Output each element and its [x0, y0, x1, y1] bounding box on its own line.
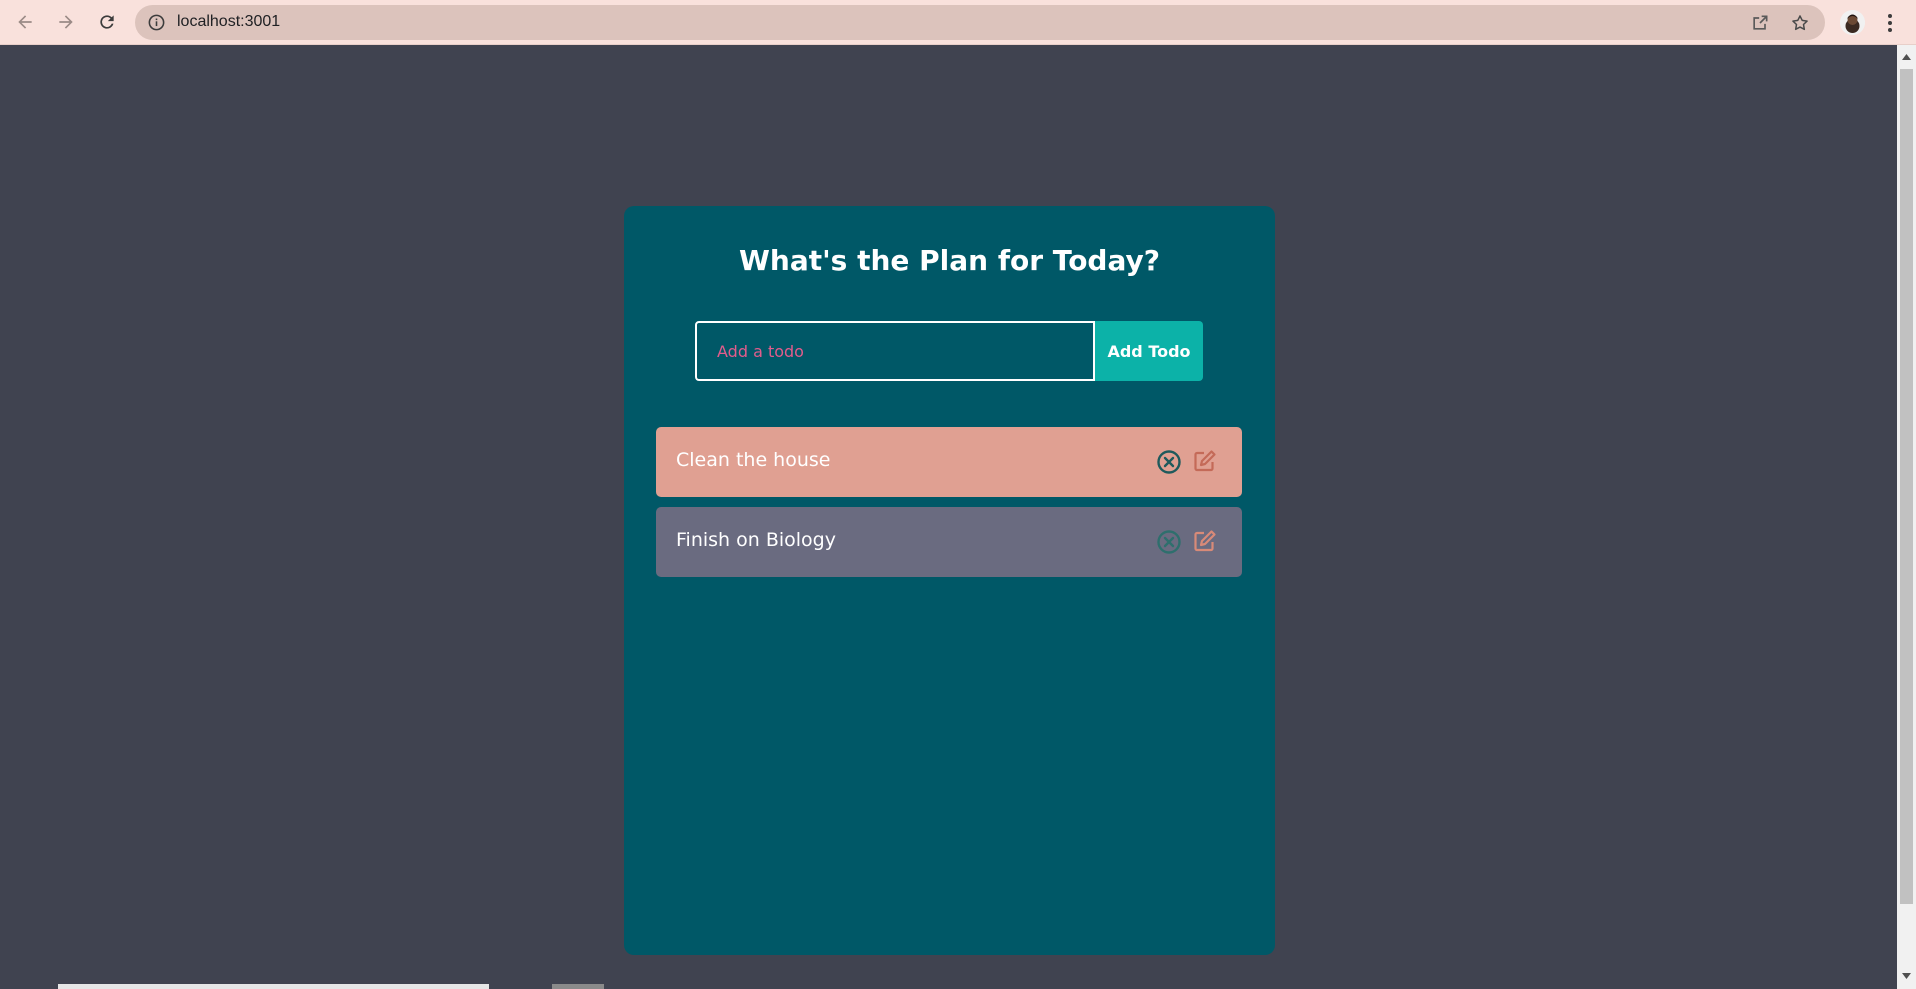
horizontal-scroll-marker: [552, 984, 604, 989]
scroll-up-arrow[interactable]: [1897, 48, 1916, 65]
horizontal-scroll-thumb[interactable]: [58, 984, 489, 989]
horizontal-scrollbar[interactable]: [0, 984, 1897, 989]
caret-up-icon: [1902, 53, 1911, 60]
arrow-left-icon: [18, 15, 32, 29]
url-text[interactable]: localhost:3001: [177, 13, 280, 31]
todo-item: Clean the house: [656, 427, 1242, 497]
todo-input[interactable]: [695, 321, 1095, 381]
close-circle-icon[interactable]: [1156, 529, 1182, 555]
todo-app-panel: What's the Plan for Today? Add Todo Clea…: [624, 206, 1275, 955]
vertical-scrollbar[interactable]: [1897, 45, 1916, 989]
reload-icon: [100, 15, 114, 29]
add-todo-button[interactable]: Add Todo: [1095, 321, 1203, 381]
page-title: What's the Plan for Today?: [739, 244, 1160, 277]
edit-icon[interactable]: [1192, 528, 1218, 554]
caret-down-icon: [1902, 972, 1911, 979]
info-icon[interactable]: [147, 13, 166, 32]
browser-toolbar: localhost:3001: [0, 0, 1916, 45]
edit-icon[interactable]: [1192, 448, 1218, 474]
scroll-thumb[interactable]: [1900, 69, 1913, 904]
address-bar[interactable]: localhost:3001: [135, 5, 1825, 40]
forward-button[interactable]: [51, 7, 81, 37]
scroll-down-arrow[interactable]: [1897, 967, 1916, 984]
star-icon[interactable]: [1790, 13, 1810, 33]
todo-text: Finish on Biology: [676, 529, 836, 551]
todo-text: Clean the house: [676, 449, 831, 471]
back-button[interactable]: [10, 7, 40, 37]
kebab-menu-icon[interactable]: [1883, 11, 1897, 35]
share-icon[interactable]: [1750, 13, 1770, 33]
todo-form: Add Todo: [695, 321, 1203, 381]
arrow-right-icon: [59, 15, 73, 29]
close-circle-icon[interactable]: [1156, 449, 1182, 475]
todo-item: Finish on Biology: [656, 507, 1242, 577]
reload-button[interactable]: [92, 7, 122, 37]
avatar-icon: [1840, 10, 1865, 35]
profile-avatar[interactable]: [1840, 10, 1865, 35]
